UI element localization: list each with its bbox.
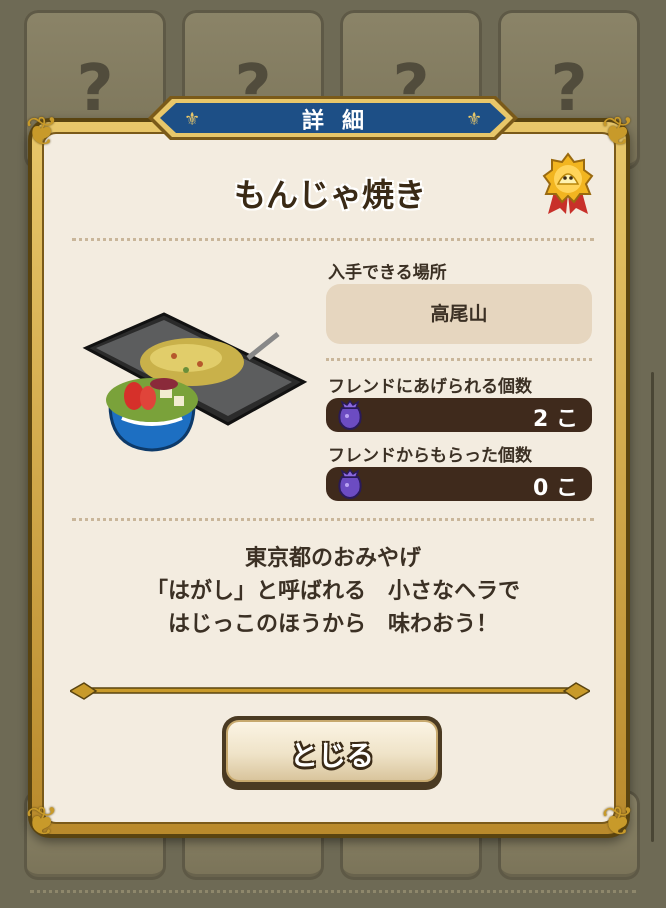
- giftable-count-bar: 2 こ: [326, 398, 592, 432]
- location-label: 入手できる場所: [328, 263, 447, 283]
- location-value: 高尾山: [326, 284, 592, 344]
- ornament-bottom-left: ❦: [25, 799, 59, 845]
- item-description-line-3: はじっこのほうから 味わおう！: [167, 612, 498, 637]
- purple-gift-bag-icon: [338, 400, 362, 430]
- purple-gift-bag-icon: [338, 469, 362, 499]
- ornament-top-left: ❦: [25, 109, 59, 155]
- item-description-line-2: 「はがし」と呼ばれる 小さなヘラで: [145, 579, 520, 604]
- divider-top: [72, 238, 594, 241]
- received-count: 0 こ: [533, 476, 578, 501]
- giftable-count: 2 こ: [533, 407, 578, 432]
- received-count-bar: 0 こ: [326, 467, 592, 501]
- ornament-bottom-right: ❦: [601, 799, 635, 845]
- monjayaki-icon: [82, 312, 308, 452]
- divider-middle: [72, 518, 594, 521]
- ornament-top-right: ❦: [601, 109, 635, 155]
- giftable-count-label: フレンドにあげられる個数: [328, 377, 532, 397]
- gold-slime-medal-icon: [542, 152, 594, 214]
- divider-location: [326, 358, 592, 361]
- item-name: もんじゃ焼き: [233, 176, 426, 214]
- dialog-title: 詳細: [301, 109, 382, 134]
- item-description-line-1: 東京都のおみやげ: [244, 546, 421, 571]
- received-count-label: フレンドからもらった個数: [328, 446, 532, 466]
- ornate-divider: [70, 682, 590, 700]
- close-button[interactable]: とじる: [222, 716, 442, 790]
- close-button-label: とじる: [289, 739, 374, 772]
- dialog-title-banner: ⚜ ⚜ 詳細: [146, 94, 520, 142]
- footer-divider: [30, 890, 636, 893]
- scrollbar[interactable]: [651, 372, 654, 842]
